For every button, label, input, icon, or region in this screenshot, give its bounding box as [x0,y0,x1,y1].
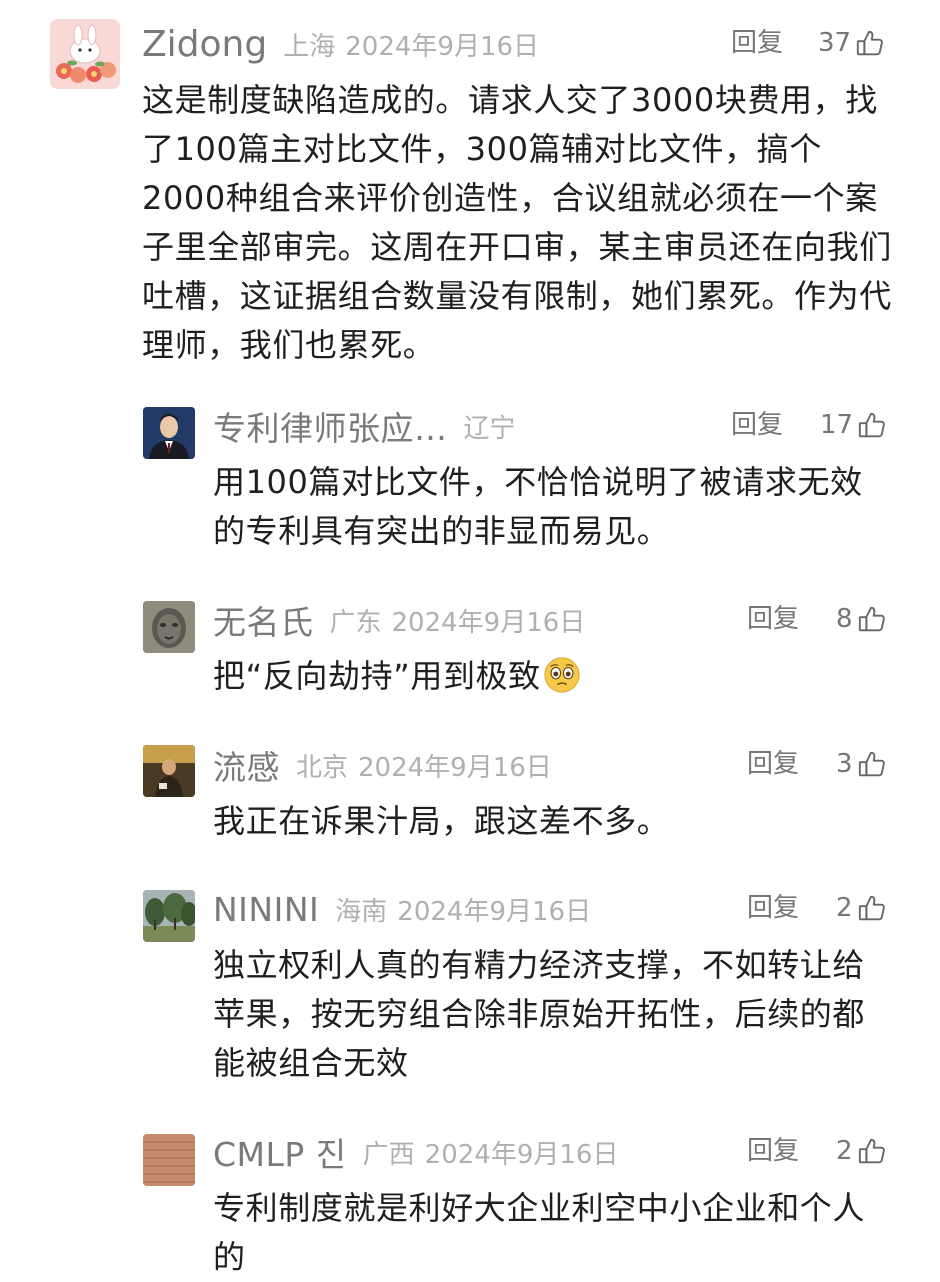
like-button[interactable]: 2 [836,1131,887,1171]
thumbs-up-icon [857,410,887,440]
avatar[interactable] [143,1134,195,1186]
like-button[interactable]: 17 [820,405,887,445]
thumbs-up-icon [857,604,887,634]
location: 广东 [329,607,382,638]
comment-meta: 流感 北京 2024年9月16日 [213,745,552,787]
like-count: 8 [836,604,853,634]
location: 辽宁 [463,413,516,444]
comment-meta: 无名氏 广东 2024年9月16日 [213,600,586,642]
comment-text: 把“反向劫持”用到极致 [213,652,885,701]
comment-text: 用100篇对比文件，不恰恰说明了被请求无效的专利具有突出的非显而易见。 [213,463,863,550]
username[interactable]: 无名氏 [213,596,314,644]
comment-meta: Zidong 上海 2024年9月16日 [142,24,540,65]
location: 广西 [362,1139,415,1170]
comment-text: 专利制度就是利好大企业利空中小企业和个人的 [213,1189,866,1276]
like-button[interactable]: 2 [836,888,887,928]
avatar[interactable] [50,19,120,89]
avatar[interactable] [143,407,195,459]
reply-button[interactable]: 回复 [747,744,799,784]
location: 北京 [296,752,349,783]
comment-text: 这是制度缺陷造成的。请求人交了3000块费用，找了100篇主对比文件，300篇辅… [142,81,892,364]
person-photo-icon [143,745,195,797]
location: 海南 [335,896,388,927]
avatar[interactable] [143,745,195,797]
reply-button[interactable]: 回复 [731,405,783,445]
cartoon-rabbit-flowers-icon [50,19,120,89]
reply-button[interactable]: 回复 [731,23,783,63]
reply-button[interactable]: 回复 [747,1131,799,1171]
location: 上海 [283,31,336,62]
date: 2024年9月16日 [424,1139,619,1170]
thumbs-up-icon [857,1136,887,1166]
like-count: 3 [836,749,853,779]
comment-text: 我正在诉果汁局，跟这差不多。 [213,802,670,840]
like-count: 37 [818,28,852,58]
date: 2024年9月16日 [397,896,592,927]
username[interactable]: Zidong [142,24,267,65]
thumbs-up-icon [857,749,887,779]
username[interactable]: 专利律师张应… [213,402,448,450]
comment-text-content: 把“反向劫持”用到极致 [213,657,541,695]
like-button[interactable]: 3 [836,744,887,784]
avatar[interactable] [143,601,195,653]
date: 2024年9月16日 [391,607,586,638]
thumbs-up-icon [857,893,887,923]
thumbs-up-icon [855,28,885,58]
pleading-face-emoji-icon [544,657,580,693]
comment-meta: CMLP 진 广西 2024年9月16日 [213,1132,619,1174]
comment-text: 独立权利人真的有精力经济支撑，不如转让给苹果，按无穷组合除非原始开拓性，后续的都… [213,946,866,1082]
man-in-suit-icon [143,407,195,459]
comment-meta: 专利律师张应… 辽宁 [213,406,516,448]
like-count: 2 [836,1136,853,1166]
like-count: 17 [820,410,854,440]
stone-face-sculpture-icon [143,601,195,653]
username[interactable]: NININI [213,890,319,929]
date: 2024年9月16日 [358,752,552,783]
avatar[interactable] [143,890,195,942]
reply-button[interactable]: 回复 [747,888,799,928]
brick-texture-icon [143,1134,195,1186]
trees-landscape-icon [143,890,195,942]
username[interactable]: CMLP 진 [213,1128,347,1176]
comment-meta: NININI 海南 2024年9月16日 [213,889,591,929]
date: 2024年9月16日 [345,31,540,62]
reply-button[interactable]: 回复 [747,599,799,639]
like-count: 2 [836,893,853,923]
username[interactable]: 流感 [213,741,280,789]
like-button[interactable]: 37 [818,23,885,63]
like-button[interactable]: 8 [836,599,887,639]
